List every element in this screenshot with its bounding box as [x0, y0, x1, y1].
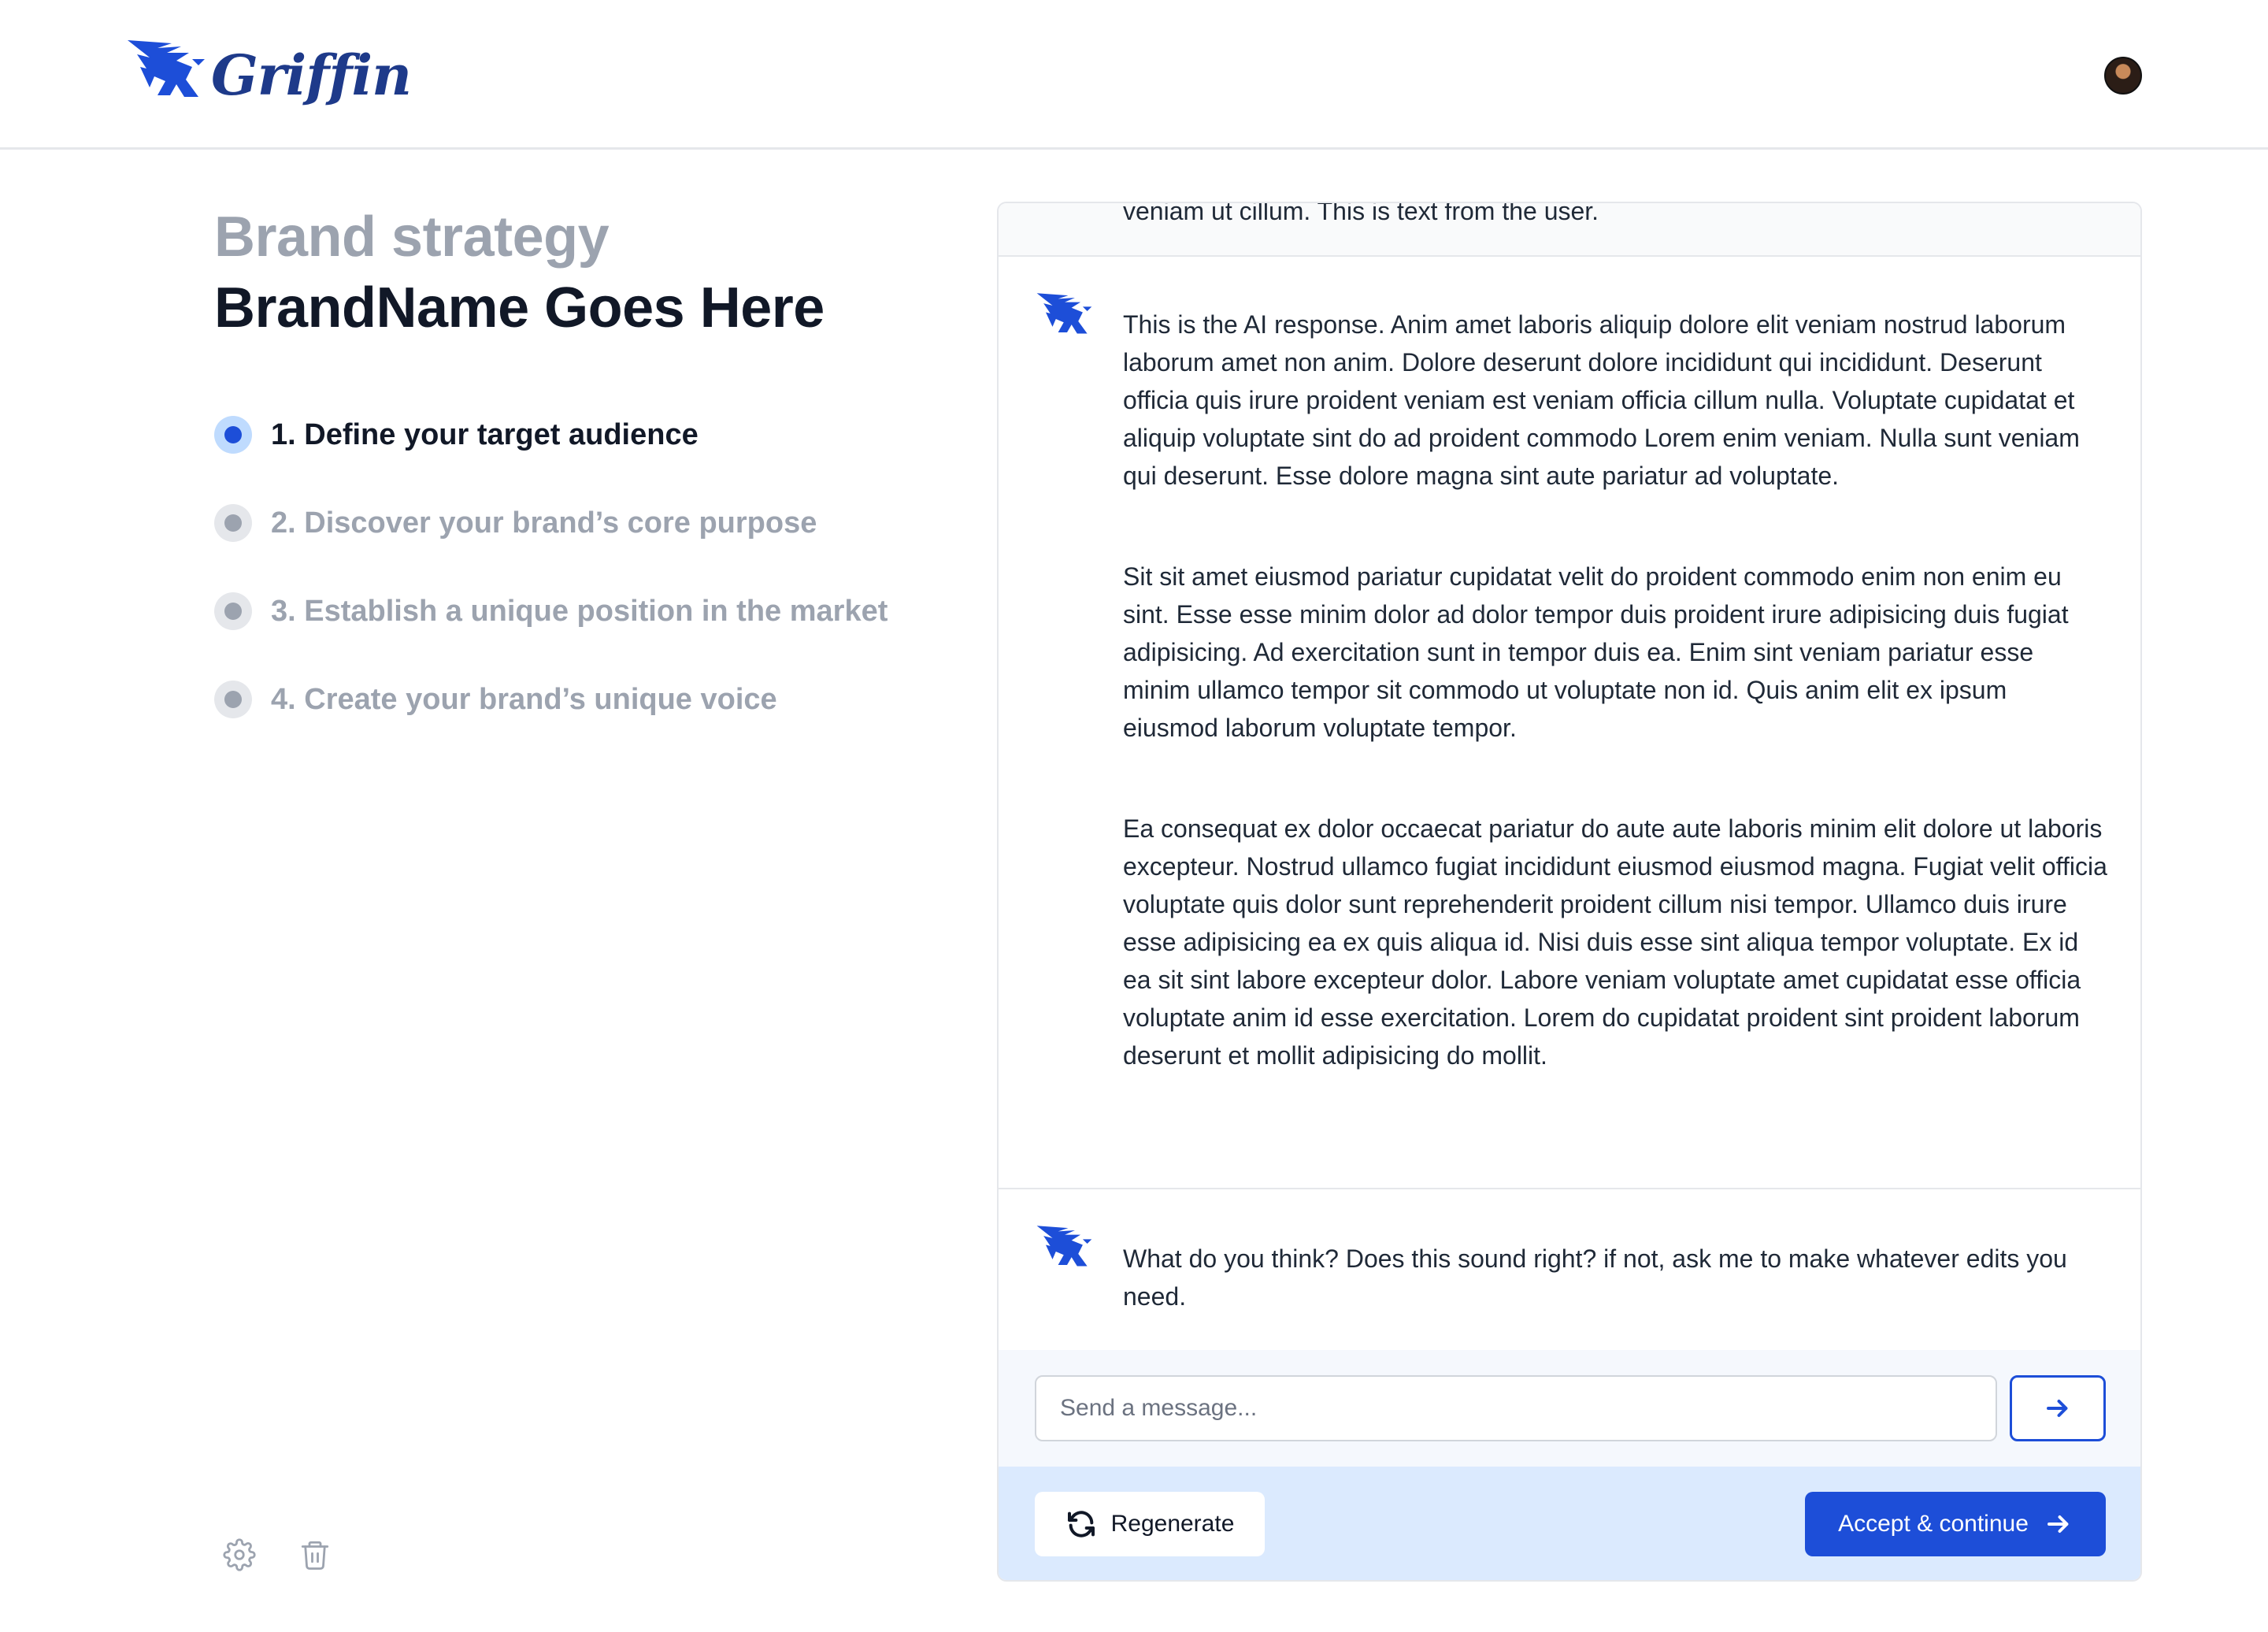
settings-button[interactable] [222, 1537, 257, 1572]
griffin-logo-icon [128, 39, 205, 97]
logo-wordmark: Griffin [211, 43, 412, 108]
arrow-right-icon [2047, 1400, 2068, 1417]
ai-paragraph: Sit sit amet eiusmod pariatur cupidatat … [1123, 562, 2069, 742]
send-button[interactable] [2010, 1375, 2106, 1441]
step-discover-core-purpose[interactable]: 2. Discover your brand’s core purpose [214, 479, 888, 567]
regenerate-label: Regenerate [1110, 1511, 1235, 1537]
step-create-voice[interactable]: 4. Create your brand’s unique voice [214, 655, 888, 744]
delete-button[interactable] [298, 1537, 332, 1572]
accept-continue-button[interactable]: Accept & continue [1805, 1492, 2106, 1556]
ai-response-text: This is the AI response. Anim amet labor… [1123, 306, 2107, 1137]
message-input[interactable] [1035, 1375, 1997, 1441]
gear-icon [223, 1538, 256, 1571]
ai-paragraph: This is the AI response. Anim amet labor… [1123, 310, 2080, 490]
griffin-avatar-icon [1036, 1226, 1092, 1267]
step-label: 3. Establish a unique position in the ma… [271, 594, 888, 628]
step-define-target-audience[interactable]: 1. Define your target audience [214, 391, 888, 479]
accept-label: Accept & continue [1838, 1511, 2029, 1537]
griffin-logo[interactable]: Griffin [126, 33, 412, 108]
top-header: Griffin [0, 0, 2268, 150]
message-composer [999, 1350, 2140, 1467]
footer-actions [222, 1537, 332, 1572]
trash-icon [301, 1541, 329, 1570]
refresh-icon [1067, 1511, 1095, 1537]
step-label: 4. Create your brand’s unique voice [271, 682, 777, 716]
ai-response-message: This is the AI response. Anim amet labor… [999, 258, 2140, 1189]
page-subtitle: Brand strategy [214, 206, 610, 269]
griffin-avatar-icon [1036, 293, 1092, 334]
step-label: 2. Discover your brand’s core purpose [271, 506, 817, 540]
step-establish-position[interactable]: 3. Establish a unique position in the ma… [214, 567, 888, 655]
user-message: veniam ut cillum. This is text from the … [999, 203, 2140, 257]
page-title: BrandName Goes Here [214, 276, 825, 339]
step-indicator [214, 504, 252, 542]
step-indicator [214, 592, 252, 630]
step-label: 1. Define your target audience [271, 417, 699, 451]
action-bar: Regenerate Accept & continue [999, 1467, 2140, 1580]
regenerate-button[interactable]: Regenerate [1035, 1492, 1265, 1556]
user-avatar[interactable] [2104, 57, 2142, 95]
step-indicator-active [214, 416, 252, 454]
ai-followup-text: What do you think? Does this sound right… [1123, 1244, 2067, 1311]
ai-paragraph: Ea consequat ex dolor occaecat pariatur … [1123, 814, 2107, 1070]
user-message-text: veniam ut cillum. This is text from the … [1123, 203, 1599, 225]
chat-panel: veniam ut cillum. This is text from the … [997, 202, 2142, 1582]
step-indicator [214, 681, 252, 718]
arrow-right-icon [2047, 1515, 2069, 1533]
strategy-steps: 1. Define your target audience 2. Discov… [214, 391, 888, 744]
